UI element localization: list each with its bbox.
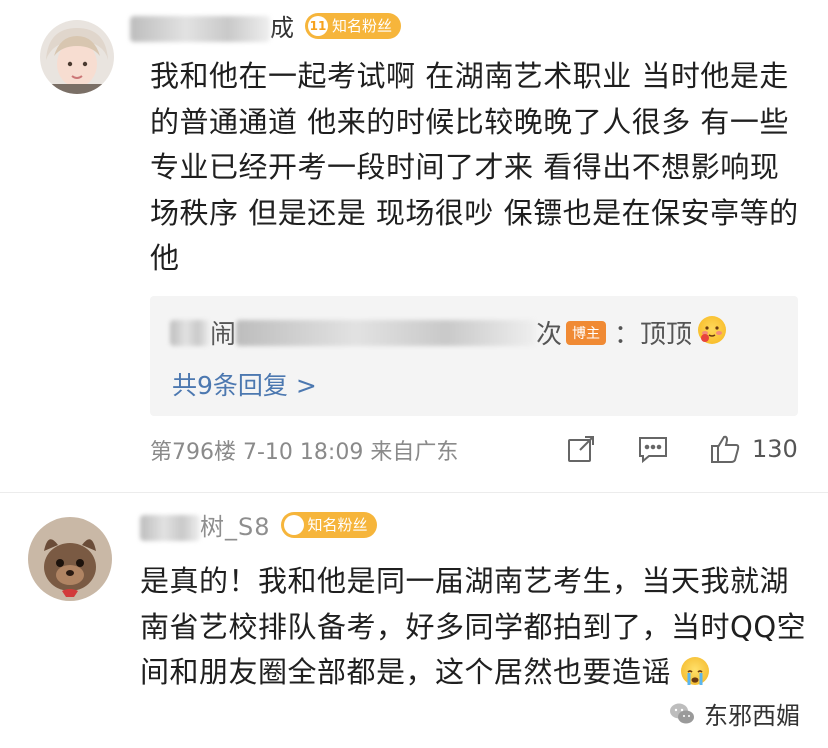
user-name[interactable]: 成 bbox=[130, 8, 295, 43]
reply-author-blur-mask bbox=[170, 319, 210, 346]
user-name-row: 成 11 知名粉丝 bbox=[130, 8, 402, 43]
user-name[interactable]: 树_S8 bbox=[140, 507, 271, 542]
name-blur-mask bbox=[140, 515, 200, 541]
share-icon bbox=[564, 432, 598, 466]
comment-text: 是真的！我和他是同一届湖南艺考生，当天我就湖南省艺校排队备考，好多同学都拍到了，… bbox=[140, 559, 810, 696]
reply-preview-box[interactable]: 闹 次 博主 ：顶顶 共9条回复 > bbox=[150, 296, 798, 416]
watermark: 东邪西媚 bbox=[668, 696, 800, 731]
like-count: 130 bbox=[752, 435, 798, 463]
fan-badge-label: 知名粉丝 bbox=[332, 17, 393, 35]
wechat-icon bbox=[668, 700, 696, 728]
fan-badge[interactable]: 知名粉丝 bbox=[280, 511, 377, 538]
fan-badge-label: 知名粉丝 bbox=[307, 516, 368, 534]
blush-emoji-icon bbox=[698, 315, 727, 344]
crying-emoji-icon bbox=[680, 657, 709, 686]
blogger-badge: 博主 bbox=[566, 320, 607, 345]
fan-badge[interactable]: 11 知名粉丝 bbox=[305, 12, 402, 39]
name-blur-mask bbox=[130, 16, 270, 42]
reply-button[interactable] bbox=[636, 432, 670, 466]
avatar[interactable] bbox=[40, 20, 114, 94]
comment-time: 7-10 18:09 bbox=[243, 440, 364, 465]
comment-item-1: 成 11 知名粉丝 我和他在一起考试啊 在湖南艺术职业 当时他是走的普通通道 他… bbox=[0, 0, 828, 492]
avatar[interactable] bbox=[28, 517, 112, 601]
comment-icon bbox=[636, 432, 670, 466]
user-name-row: 树_S8 知名粉丝 bbox=[140, 507, 377, 542]
watermark-text: 东邪西媚 bbox=[704, 702, 800, 730]
comment-source: 来自广东 bbox=[370, 440, 459, 465]
view-all-replies-link[interactable]: 共9条回复 > bbox=[172, 366, 317, 402]
comment-body: 我和他在一起考试啊 在湖南艺术职业 当时他是走的普通通道 他来的时候比较晚晚了人… bbox=[150, 59, 799, 276]
comment-text: 我和他在一起考试啊 在湖南艺术职业 当时他是走的普通通道 他来的时候比较晚晚了人… bbox=[150, 54, 800, 282]
user-name-text: 成 bbox=[270, 14, 295, 42]
reply-author-prefix: 闹 bbox=[210, 320, 237, 350]
fan-level-icon: 11 bbox=[308, 15, 328, 36]
thumbs-up-icon bbox=[708, 432, 742, 466]
reply-author-tail: 次 bbox=[536, 320, 563, 350]
comment-meta: 第796楼 7-10 18:09 来自广东 bbox=[150, 434, 458, 466]
user-name-text: 树_S8 bbox=[200, 513, 271, 541]
fan-level-icon bbox=[283, 514, 304, 535]
reply-author-blur-mask-2 bbox=[236, 319, 537, 346]
reply-text: ：顶顶 bbox=[614, 320, 693, 350]
reply-preview-line: 闹 次 博主 ：顶顶 bbox=[170, 314, 727, 351]
like-button[interactable]: 130 bbox=[708, 432, 798, 466]
share-button[interactable] bbox=[564, 432, 598, 466]
floor-number: 第796楼 bbox=[150, 440, 236, 465]
